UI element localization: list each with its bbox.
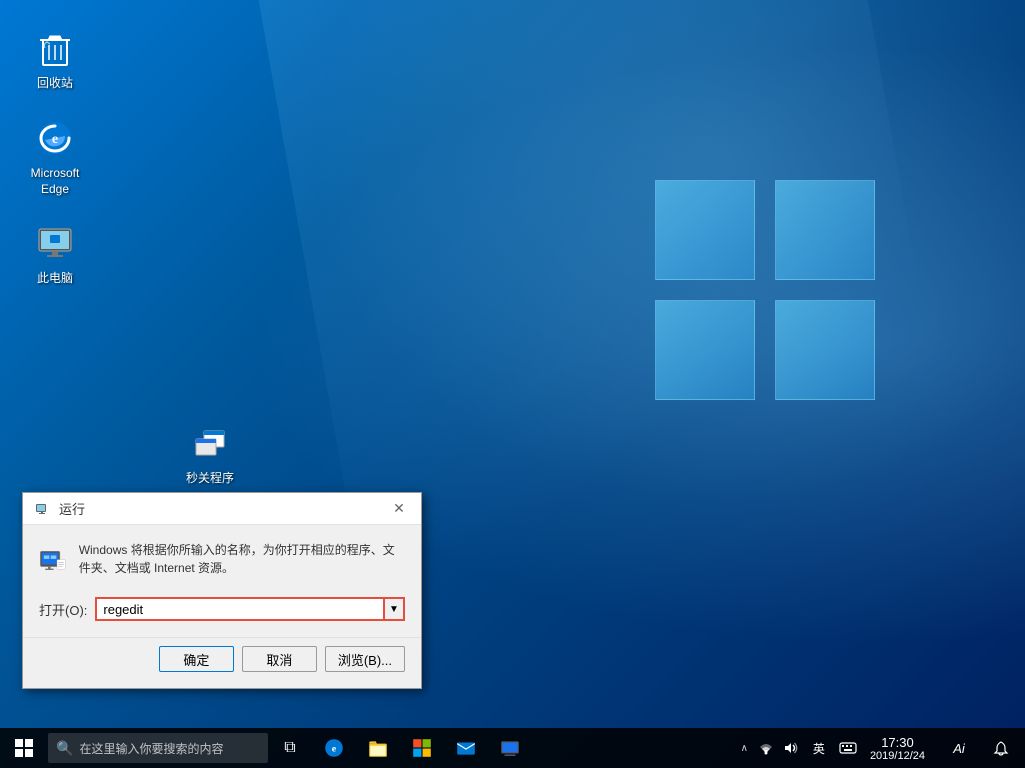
edge-label-line1: Microsoft: [31, 166, 80, 182]
volume-icon: [782, 741, 798, 755]
run-dialog-close-button[interactable]: ✕: [389, 499, 409, 519]
desktop: 回收站 e Microsoft Edge: [0, 0, 1025, 768]
taskbar-right: ∧: [737, 728, 1025, 768]
tray-expand-button[interactable]: ∧: [737, 743, 752, 754]
shutdown-program-label: 秒关程序: [186, 471, 234, 487]
run-dialog-dropdown-button[interactable]: ▼: [385, 597, 405, 621]
network-icon: [758, 741, 774, 755]
run-dialog-cancel-button[interactable]: 取消: [242, 646, 317, 672]
taskbar-ai-button[interactable]: Ai: [937, 728, 981, 768]
run-dialog-description-text: Windows 将根据你所输入的名称，为你打开相应的程序、文件夹、文档或 Int…: [79, 541, 405, 577]
run-dialog-content: Windows 将根据你所输入的名称，为你打开相应的程序、文件夹、文档或 Int…: [23, 525, 421, 589]
taskbar-search-icon: 🔍: [56, 740, 73, 757]
tray-language-icon[interactable]: 英: [804, 728, 834, 768]
taskbar-explorer-button[interactable]: [356, 728, 400, 768]
shutdown-program-icon[interactable]: 秒关程序: [170, 415, 250, 491]
task-view-button[interactable]: ⧉: [268, 728, 312, 768]
taskbar-edge-button[interactable]: e: [312, 728, 356, 768]
taskbar-remote-icon: [499, 737, 521, 759]
run-dialog-input-row: 打开(O): ▼: [23, 589, 421, 633]
run-dialog-title-text: 运行: [59, 499, 85, 518]
task-view-icon: ⧉: [284, 739, 295, 757]
run-dialog-titlebar: 运行 ✕: [23, 493, 421, 525]
run-dialog-ok-button[interactable]: 确定: [159, 646, 234, 672]
shutdown-program-image: [186, 419, 234, 467]
recycle-bin-image: [31, 24, 79, 72]
thispc-desktop-icon[interactable]: 此电脑: [15, 215, 95, 291]
taskbar-tray: ∧: [737, 728, 858, 768]
svg-text:e: e: [332, 743, 337, 754]
run-title-icon: [35, 501, 51, 517]
keyboard-icon: [839, 741, 857, 755]
windows-logo-bg: [655, 180, 875, 400]
taskbar-search-box[interactable]: 🔍 在这里输入你要搜索的内容: [48, 733, 268, 763]
clock-date: 2019/12/24: [870, 750, 925, 762]
run-dialog-input-label: 打开(O):: [39, 600, 87, 619]
run-dialog-main-icon: [39, 541, 67, 581]
notification-icon: [993, 740, 1009, 756]
windows-start-icon: [15, 739, 33, 757]
tray-volume-icon[interactable]: [780, 728, 800, 768]
tray-network-icon[interactable]: [756, 728, 776, 768]
clock-time: 17:30: [881, 735, 914, 750]
thispc-label: 此电脑: [37, 271, 73, 287]
run-input-container: ▼: [95, 597, 405, 621]
taskbar-clock[interactable]: 17:30 2019/12/24: [862, 728, 933, 768]
run-dialog-buttons: 确定 取消 浏览(B)...: [23, 637, 421, 688]
taskbar-mail-icon: [455, 737, 477, 759]
run-dialog-title-left: 运行: [35, 499, 85, 518]
taskbar-store-icon: [411, 737, 433, 759]
taskbar-notification-button[interactable]: [985, 728, 1017, 768]
edge-label-line2: Edge: [41, 182, 69, 198]
taskbar-store-button[interactable]: [400, 728, 444, 768]
recycle-bin-label: 回收站: [37, 76, 73, 92]
recycle-bin-icon[interactable]: 回收站: [15, 20, 95, 96]
tray-keyboard-icon[interactable]: [838, 728, 858, 768]
taskbar-ai-label: Ai: [953, 741, 965, 756]
edge-image: e: [31, 114, 79, 162]
taskbar-search-placeholder: 在这里输入你要搜索的内容: [79, 740, 223, 757]
taskbar-explorer-icon: [367, 737, 389, 759]
taskbar-remote-button[interactable]: [488, 728, 532, 768]
start-button[interactable]: [0, 728, 48, 768]
taskbar-mail-button[interactable]: [444, 728, 488, 768]
thispc-image: [31, 219, 79, 267]
taskbar: 🔍 在这里输入你要搜索的内容 ⧉ e: [0, 728, 1025, 768]
taskbar-edge-icon: e: [323, 737, 345, 759]
run-dialog: 运行 ✕ Windows 将根据你所: [22, 492, 422, 689]
run-dialog-input-field[interactable]: [95, 597, 385, 621]
svg-text:e: e: [52, 132, 58, 147]
edge-desktop-icon[interactable]: e Microsoft Edge: [15, 110, 95, 201]
run-dialog-browse-button[interactable]: 浏览(B)...: [325, 646, 405, 672]
